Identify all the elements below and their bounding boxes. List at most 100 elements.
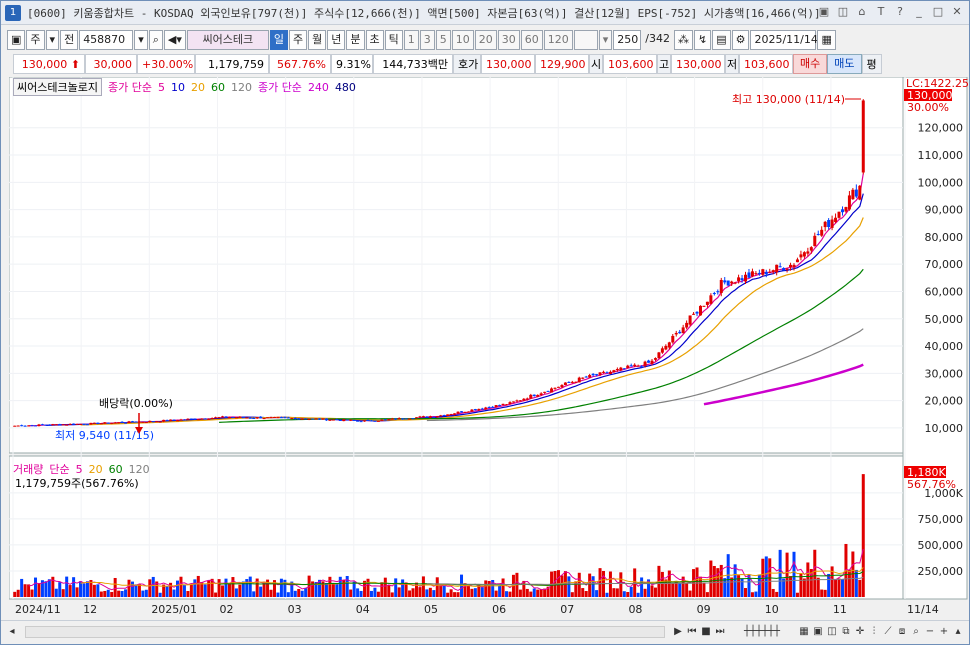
period-dropdown-icon[interactable]: ▾: [45, 30, 60, 50]
draw-icon[interactable]: ↯: [693, 30, 712, 50]
interval-10[interactable]: 10: [451, 30, 474, 50]
interval-3[interactable]: 3: [419, 30, 435, 50]
zoom-out-icon[interactable]: −: [923, 625, 937, 639]
volume-bar: [165, 586, 169, 597]
candle-body: [169, 419, 173, 421]
grid-icon[interactable]: ▦: [797, 625, 811, 639]
candle-body: [293, 417, 297, 420]
candle-body: [148, 420, 152, 423]
window-layout-icon[interactable]: ▣: [816, 4, 832, 20]
stock-legend-name[interactable]: 씨어스테크놀로지: [13, 78, 102, 96]
interval-60[interactable]: 60: [520, 30, 543, 50]
candle-body: [563, 382, 567, 386]
buy-button[interactable]: 매수: [793, 53, 828, 74]
volume-bar: [636, 592, 640, 597]
volume-bar: [207, 580, 211, 597]
x-tick-labels: 2024/11 12 2025/01 02 03 04 05 06 07 08 09 10 11 11/1…: [15, 603, 939, 616]
scroll-left-icon[interactable]: ◂: [5, 625, 19, 639]
interval-120[interactable]: 120: [543, 30, 573, 50]
candle-body: [331, 419, 335, 421]
chart-settings-icon[interactable]: ▣: [7, 30, 26, 50]
layout-icon[interactable]: ▣: [811, 625, 825, 639]
stock-code-input[interactable]: 458870: [79, 30, 134, 50]
interval-1[interactable]: 1: [403, 30, 419, 50]
x-tick-label: 11: [833, 603, 847, 616]
tab-day[interactable]: 일: [269, 30, 288, 50]
speaker-icon[interactable]: ◀▾: [163, 30, 186, 50]
volume-bar: [349, 589, 353, 597]
candle-body: [820, 229, 824, 236]
play-icon[interactable]: ▶: [671, 625, 685, 639]
tab-year[interactable]: 년: [327, 30, 346, 50]
split-icon[interactable]: ⧉: [839, 625, 853, 639]
high-price: 130,000: [671, 53, 725, 74]
zoom-in-icon[interactable]: +: [937, 625, 951, 639]
save-icon[interactable]: ▤: [712, 30, 731, 50]
tab-second[interactable]: 초: [365, 30, 384, 50]
stock-chart[interactable]: 10,000 20,000 30,000 40,000 50,000 60,000 70,0…: [9, 77, 969, 618]
minimize-icon[interactable]: _: [911, 4, 927, 20]
prev-button[interactable]: 전: [60, 30, 79, 50]
tab-tick[interactable]: 틱: [384, 30, 403, 50]
volume-bar: [456, 592, 460, 597]
tab-month[interactable]: 월: [308, 30, 327, 50]
candle-body: [608, 371, 612, 374]
price-tick-label: 40,000: [925, 340, 964, 353]
candle-body: [307, 418, 311, 420]
volume-bar: [324, 582, 328, 597]
date-input[interactable]: 2025/11/14: [750, 30, 818, 50]
search-icon[interactable]: ⌕: [148, 30, 163, 50]
ruler-icon[interactable]: ⫶: [867, 625, 881, 639]
indicator-icon[interactable]: ⁂: [673, 30, 693, 50]
gear-icon[interactable]: ⚙: [731, 30, 750, 50]
volume-bar: [591, 576, 595, 597]
step-back-icon[interactable]: ⏮: [685, 625, 699, 639]
tab-minute[interactable]: 분: [346, 30, 365, 50]
count-input[interactable]: 250: [613, 30, 642, 50]
sell-button[interactable]: 매도: [827, 53, 862, 74]
candle-body: [816, 234, 820, 236]
maximize-icon[interactable]: □: [930, 4, 946, 20]
x-tick-label: 03: [288, 603, 302, 616]
candle-body: [619, 367, 623, 371]
candle-body: [421, 416, 425, 418]
interval-dropdown-icon[interactable]: ▾: [598, 30, 613, 50]
volume-bar: [144, 589, 148, 597]
compare-icon[interactable]: ◫: [825, 625, 839, 639]
ma5-legend: 5: [157, 80, 165, 94]
volume-bar: [536, 589, 540, 597]
calendar-icon[interactable]: ▦: [817, 30, 836, 50]
volume-bar: [338, 576, 342, 597]
zoom-icon[interactable]: ⌕: [909, 625, 923, 639]
candle-body: [203, 418, 207, 420]
help-icon[interactable]: ?: [892, 4, 908, 20]
tab-week[interactable]: 주: [289, 30, 308, 50]
interval-20[interactable]: 20: [474, 30, 497, 50]
interval-30[interactable]: 30: [497, 30, 520, 50]
close-icon[interactable]: ✕: [949, 4, 965, 20]
scroll-right-icon[interactable]: ▴: [951, 625, 965, 639]
period-combo[interactable]: 주: [26, 30, 45, 50]
volume-bar: [151, 576, 155, 597]
ask-label: 호가: [453, 53, 481, 74]
speed-slider[interactable]: ┼┼┼┼┼┼: [727, 625, 797, 639]
eval-button[interactable]: 평: [861, 53, 882, 74]
volume-bar: [498, 585, 502, 597]
candle-body: [200, 418, 204, 420]
code-dropdown-icon[interactable]: ▾: [134, 30, 148, 50]
volume-bar: [75, 587, 79, 597]
home-icon[interactable]: ⌂: [854, 4, 870, 20]
interval-5[interactable]: 5: [435, 30, 451, 50]
volume-bar: [82, 583, 86, 597]
horizontal-scrollbar[interactable]: [25, 625, 665, 638]
trend-icon[interactable]: ⟋: [881, 625, 895, 639]
stop-icon[interactable]: ■: [699, 625, 713, 639]
window-tile-icon[interactable]: ◫: [835, 4, 851, 20]
price-tick-label: 100,000: [918, 176, 964, 189]
step-forward-icon[interactable]: ⏭: [713, 625, 727, 639]
interval-custom-input[interactable]: [573, 30, 598, 50]
volume-bar: [532, 588, 536, 597]
cross-icon[interactable]: ✛: [853, 625, 867, 639]
text-icon[interactable]: T: [873, 4, 889, 20]
fit-icon[interactable]: ⧈: [895, 625, 909, 639]
